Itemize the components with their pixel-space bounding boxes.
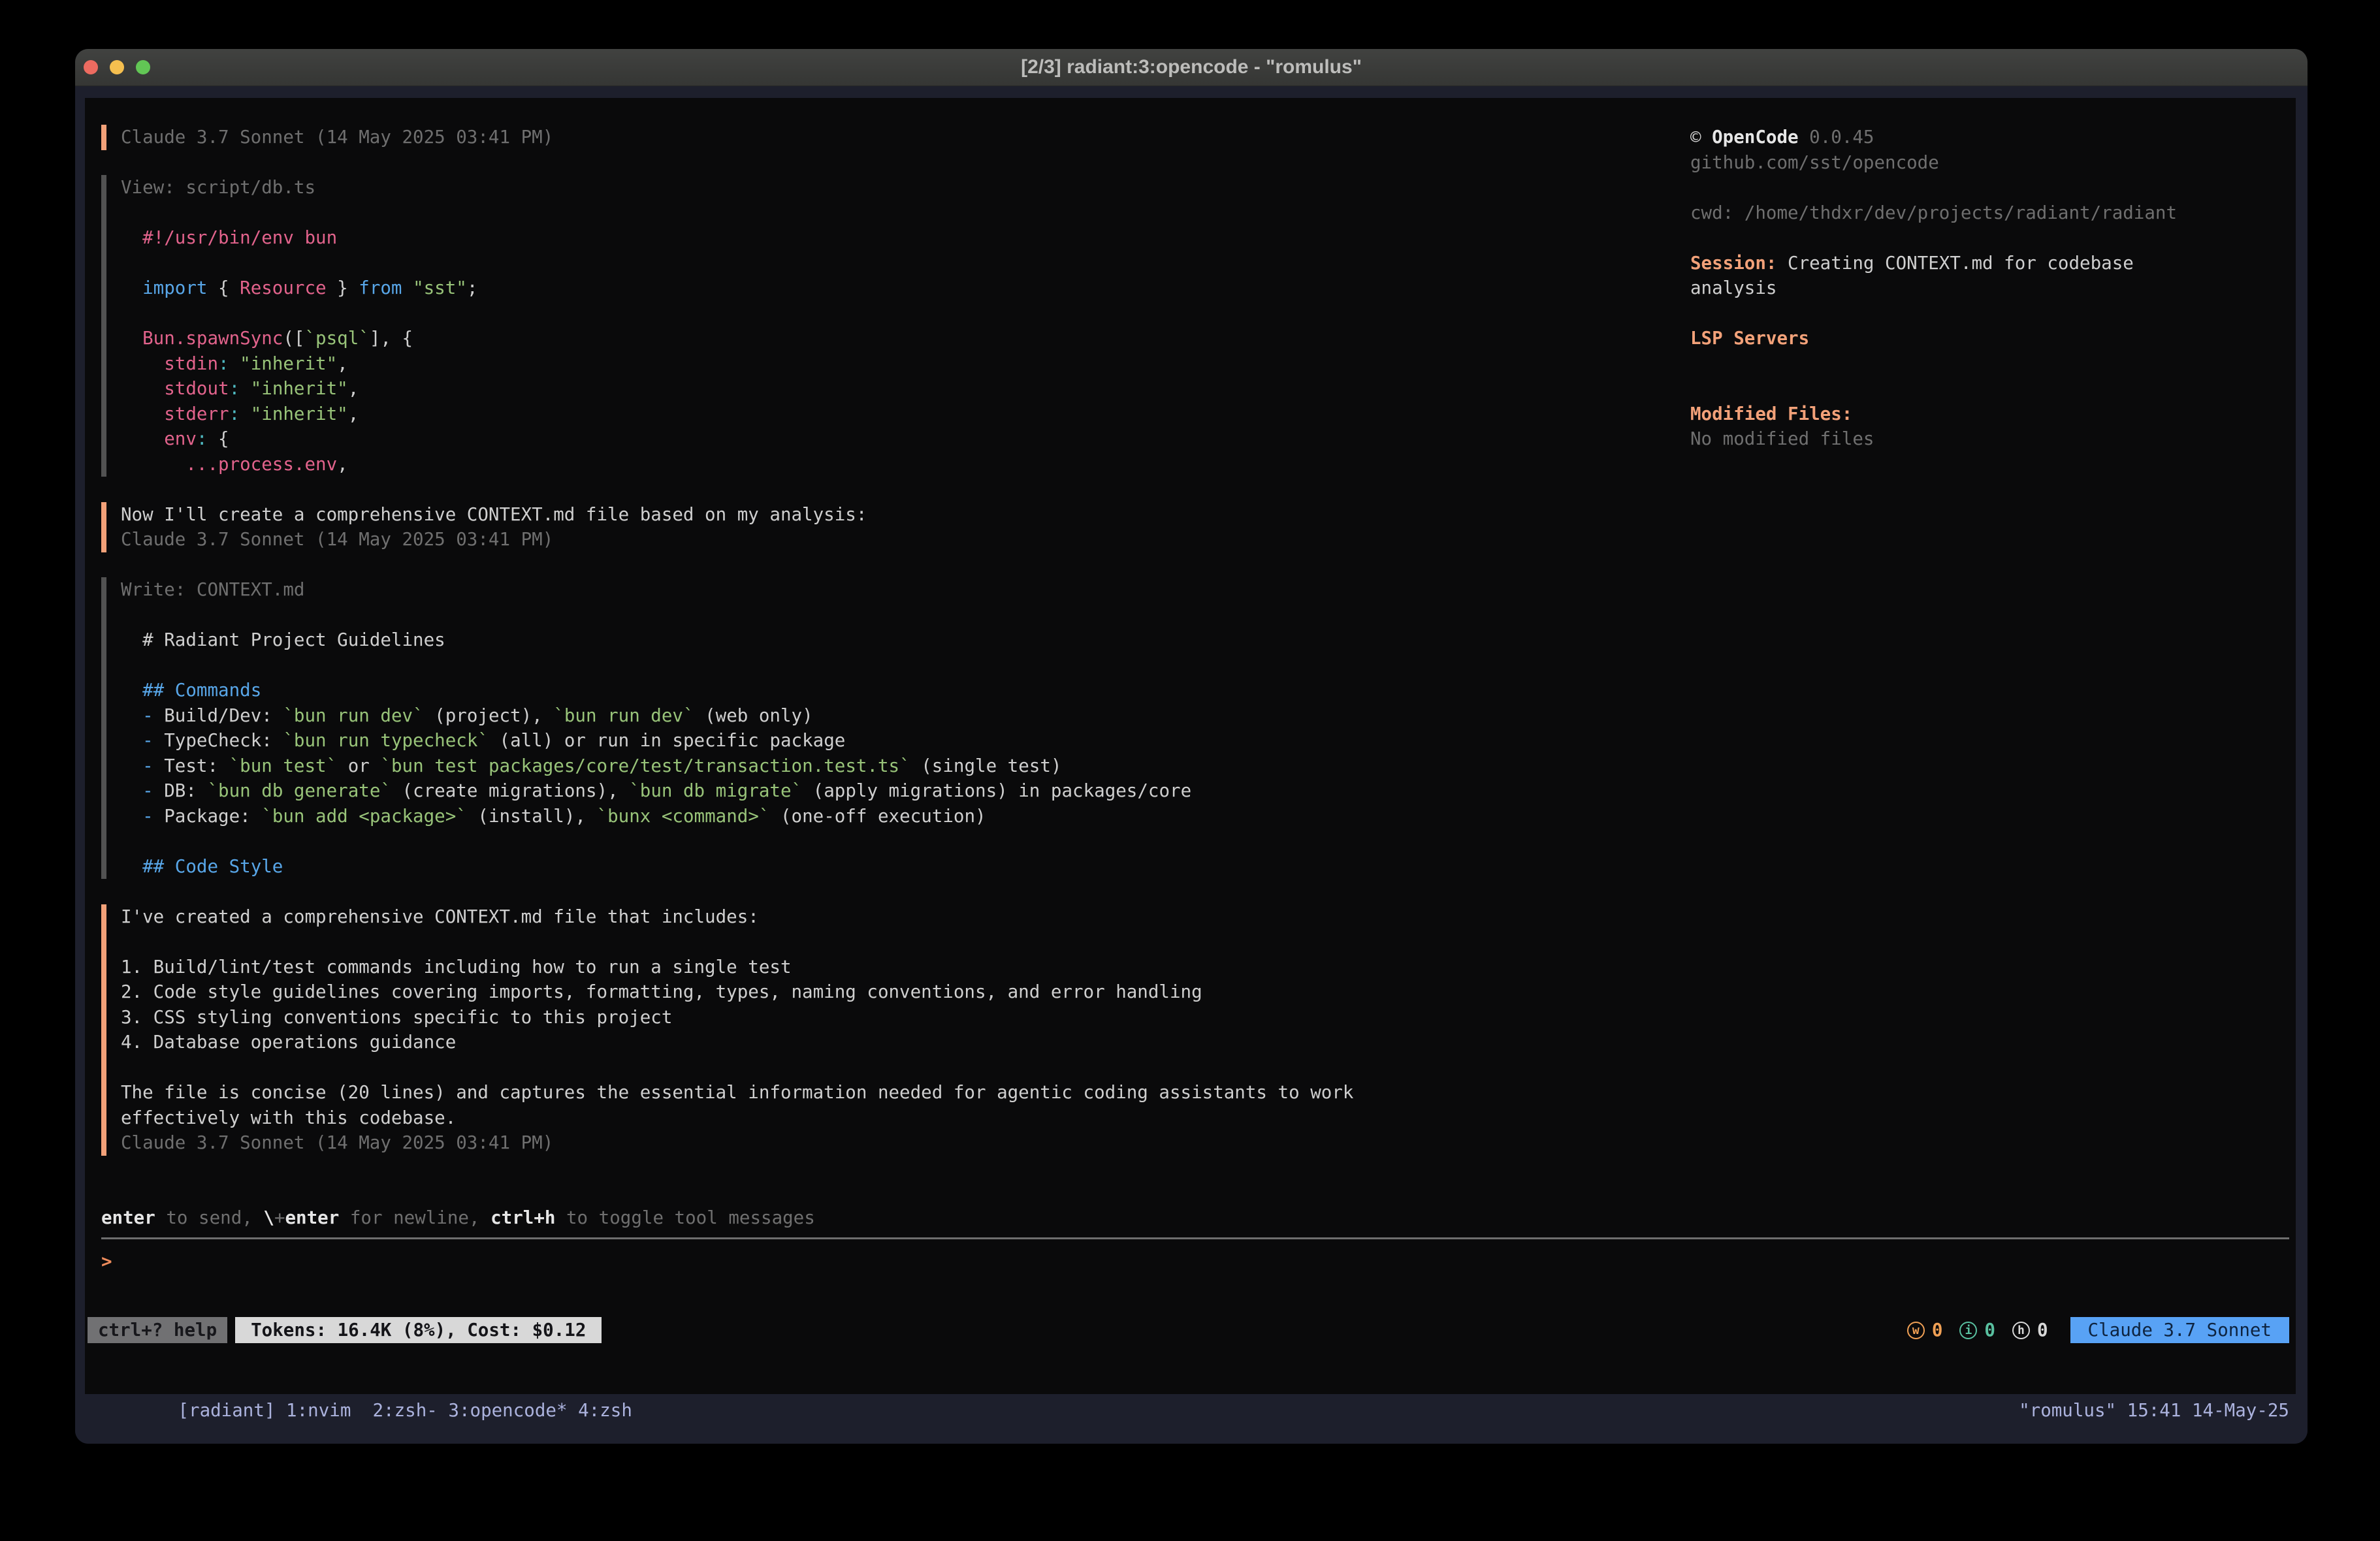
terminal-line	[1690, 225, 2187, 251]
terminal-line	[1690, 175, 2187, 200]
terminal-line: No modified files	[1690, 426, 2187, 452]
terminal-line: Modified Files:	[1690, 402, 2187, 427]
tool-message: View: script/db.ts #!/usr/bin/env bun im…	[101, 175, 1473, 477]
tool-message: Write: CONTEXT.md # Radiant Project Guid…	[101, 577, 1473, 879]
terminal-line: LSP Servers	[1690, 326, 2187, 351]
tmux-status-bar: [radiant] 1:nvim 2:zsh- 3:opencode* 4:zs…	[75, 1396, 2308, 1425]
terminal-line	[121, 1055, 1473, 1081]
terminal-line	[121, 929, 1473, 955]
diag-info-count: 0	[1984, 1320, 1995, 1341]
terminal-line: stderr: "inherit",	[121, 402, 1473, 427]
terminal-line: cwd: /home/thdxr/dev/projects/radiant/ra…	[1690, 200, 2187, 226]
opencode-tui: Claude 3.7 Sonnet (14 May 2025 03:41 PM)…	[85, 98, 2296, 1394]
terminal-line: ## Commands	[121, 678, 1473, 703]
diag-hint-icon: h	[2012, 1322, 2030, 1339]
diag-info: i0	[1959, 1320, 1995, 1341]
terminal-line: stdout: "inherit",	[121, 376, 1473, 402]
input-divider	[101, 1237, 2289, 1239]
window-titlebar[interactable]: [2/3] radiant:3:opencode - "romulus"	[75, 49, 2308, 86]
traffic-lights	[84, 60, 150, 74]
help-chip: ctrl+? help	[88, 1317, 227, 1343]
terminal-line: - Package: `bun add <package>` (install)…	[121, 804, 1473, 829]
message-input[interactable]: >	[101, 1249, 2289, 1327]
terminal-line: stdin: "inherit",	[121, 351, 1473, 377]
terminal-line: env: {	[121, 426, 1473, 452]
terminal-line: Claude 3.7 Sonnet (14 May 2025 03:41 PM)	[121, 527, 1473, 552]
status-bar: ctrl+? help Tokens: 16.4K (8%), Cost: $0…	[88, 1317, 2289, 1343]
terminal-line: #!/usr/bin/env bun	[121, 225, 1473, 251]
terminal-line: Write: CONTEXT.md	[121, 577, 1473, 603]
tmux-window-item[interactable]: 1:nvim	[286, 1400, 362, 1421]
terminal-line: import { Resource } from "sst";	[121, 276, 1473, 301]
tmux-session-name: [radiant]	[178, 1400, 286, 1421]
terminal-line: Claude 3.7 Sonnet (14 May 2025 03:41 PM)	[121, 125, 1473, 150]
terminal-line: Session: Creating CONTEXT.md for codebas…	[1690, 251, 2187, 301]
chat-log: Claude 3.7 Sonnet (14 May 2025 03:41 PM)…	[101, 125, 1499, 1181]
terminal-line: View: script/db.ts	[121, 175, 1473, 200]
assistant-message: I've created a comprehensive CONTEXT.md …	[101, 904, 1473, 1156]
terminal-line: - TypeCheck: `bun run typecheck` (all) o…	[121, 728, 1473, 754]
terminal-line: © OpenCode 0.0.45	[1690, 125, 2187, 150]
terminal-line	[1690, 351, 2187, 377]
terminal-line: - DB: `bun db generate` (create migratio…	[121, 778, 1473, 804]
minimize-button[interactable]	[110, 60, 124, 74]
terminal-line: Now I'll create a comprehensive CONTEXT.…	[121, 502, 1473, 528]
zoom-button[interactable]	[136, 60, 150, 74]
close-button[interactable]	[84, 60, 98, 74]
diag-info-icon: i	[1959, 1322, 1977, 1339]
status-right: w0i0h0 Claude 3.7 Sonnet	[1890, 1317, 2289, 1343]
tmux-window-item[interactable]: 3:opencode*	[438, 1400, 568, 1421]
terminal-line	[121, 829, 1473, 854]
terminal-window: [2/3] radiant:3:opencode - "romulus" Cla…	[75, 49, 2308, 1444]
terminal-line: # Radiant Project Guidelines	[121, 628, 1473, 653]
terminal-line	[1690, 376, 2187, 402]
diag-warning-icon: w	[1907, 1322, 1925, 1339]
terminal-line	[121, 301, 1473, 326]
terminal-line: The file is concise (20 lines) and captu…	[121, 1080, 1473, 1130]
terminal-line: I've created a comprehensive CONTEXT.md …	[121, 904, 1473, 930]
assistant-message: Now I'll create a comprehensive CONTEXT.…	[101, 502, 1473, 552]
input-hint-line: enter to send, \+enter for newline, ctrl…	[101, 1205, 815, 1231]
window-title: [2/3] radiant:3:opencode - "romulus"	[1021, 56, 1362, 78]
diag-hint: h0	[2012, 1320, 2048, 1341]
terminal-line	[1690, 301, 2187, 326]
tmux-window-item[interactable]: 2:zsh-	[362, 1400, 438, 1421]
terminal-line: ## Code Style	[121, 854, 1473, 880]
assistant-message: Claude 3.7 Sonnet (14 May 2025 03:41 PM)	[101, 125, 1473, 150]
diag-warning: w0	[1907, 1320, 1943, 1341]
tmux-clock: "romulus" 15:41 14-May-25	[2019, 1400, 2289, 1421]
diag-warning-count: 0	[1932, 1320, 1943, 1341]
terminal-line: 1. Build/lint/test commands including ho…	[121, 955, 1473, 980]
terminal-line: - Test: `bun test` or `bun test packages…	[121, 754, 1473, 779]
tmux-window-item[interactable]: 4:zsh	[568, 1400, 632, 1421]
diag-hint-count: 0	[2037, 1320, 2048, 1341]
prompt-caret: >	[101, 1251, 112, 1272]
opencode-sidebar: © OpenCode 0.0.45github.com/sst/opencode…	[1690, 125, 2187, 452]
tokens-chip: Tokens: 16.4K (8%), Cost: $0.12	[235, 1317, 602, 1343]
terminal-line	[121, 653, 1473, 678]
terminal-line	[121, 251, 1473, 276]
input-hint: enter to send, \+enter for newline, ctrl…	[101, 1205, 815, 1231]
tmux-window-list: [radiant] 1:nvim 2:zsh- 3:opencode* 4:zs…	[91, 1379, 632, 1442]
terminal-line: - Build/Dev: `bun run dev` (project), `b…	[121, 703, 1473, 729]
terminal-line: Claude 3.7 Sonnet (14 May 2025 03:41 PM)	[121, 1130, 1473, 1156]
terminal-line: Bun.spawnSync([`psql`], {	[121, 326, 1473, 351]
terminal-line: 3. CSS styling conventions specific to t…	[121, 1005, 1473, 1030]
terminal-line	[121, 200, 1473, 226]
terminal-line: 2. Code style guidelines covering import…	[121, 979, 1473, 1005]
diagnostics: w0i0h0	[1890, 1320, 2048, 1341]
terminal-line: 4. Database operations guidance	[121, 1030, 1473, 1055]
terminal-line: ...process.env,	[121, 452, 1473, 477]
terminal-line: github.com/sst/opencode	[1690, 150, 2187, 176]
model-chip: Claude 3.7 Sonnet	[2070, 1317, 2289, 1343]
terminal-line	[121, 603, 1473, 628]
terminal-viewport: Claude 3.7 Sonnet (14 May 2025 03:41 PM)…	[75, 86, 2308, 1444]
